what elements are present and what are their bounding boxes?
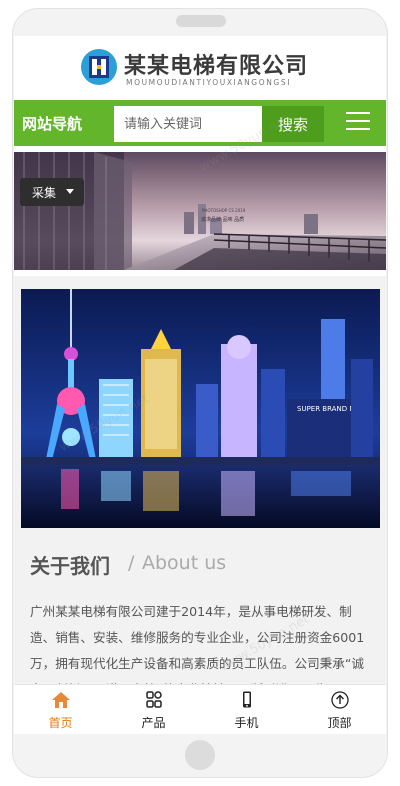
banner-sign-line1: PHOTOSHOP CS 2019 xyxy=(202,208,246,213)
arrow-up-icon xyxy=(331,691,349,709)
banner-sign-line2: 追求品牌 品味 品质 xyxy=(201,216,244,223)
chevron-down-icon xyxy=(66,189,74,194)
tab-top[interactable]: 顶部 xyxy=(293,685,386,734)
about-city-photo: SUPER BRAND MALL xyxy=(21,289,380,528)
phone-home-button[interactable] xyxy=(185,740,215,770)
phone-icon xyxy=(243,691,251,708)
tab-products[interactable]: 产品 xyxy=(107,685,200,734)
city-night-image: SUPER BRAND MALL xyxy=(21,289,380,528)
about-title-separator: / xyxy=(128,552,135,574)
tab-mobile[interactable]: 手机 xyxy=(200,685,293,734)
site-nav-title[interactable]: 网站导航 xyxy=(22,113,82,134)
bridge-scene-image: PHOTOSHOP CS 2019 追求品牌 品味 品质 xyxy=(14,152,386,270)
category-dropdown-button[interactable]: 采集 xyxy=(20,178,84,206)
bottom-tab-bar: 首页 产品 手机 顶部 xyxy=(14,684,386,734)
tab-top-label: 顶部 xyxy=(327,716,352,730)
company-name: 某某电梯有限公司 xyxy=(124,53,309,79)
hamburger-menu-icon[interactable] xyxy=(346,112,370,134)
search-button[interactable]: 搜索 xyxy=(262,106,324,142)
search-input[interactable] xyxy=(114,106,262,142)
about-title-cn: 关于我们 xyxy=(30,554,110,578)
company-logo-icon xyxy=(81,49,117,85)
home-icon xyxy=(52,692,70,708)
logo-header: 某某电梯有限公司 MOUMOUDIANTIYOUXIANGONGSI xyxy=(14,36,386,100)
about-title-en: About us xyxy=(142,552,227,574)
nav-bar: 网站导航 搜索 xyxy=(14,100,386,146)
category-dropdown-label: 采集 xyxy=(32,186,57,200)
phone-speaker xyxy=(176,15,226,27)
banner-image: PHOTOSHOP CS 2019 追求品牌 品味 品质 采集 xyxy=(14,152,386,270)
tab-mobile-label: 手机 xyxy=(234,716,259,730)
tab-home-label: 首页 xyxy=(48,716,73,730)
about-description: 广州某某电梯有限公司建于2014年，是从事电梯研发、制造、销售、安装、维修服务的… xyxy=(30,604,365,685)
phone-screen: 某某电梯有限公司 MOUMOUDIANTIYOUXIANGONGSI 网站导航 … xyxy=(14,36,386,734)
grid-icon xyxy=(146,691,162,708)
tab-home[interactable]: 首页 xyxy=(14,685,107,734)
company-pinyin: MOUMOUDIANTIYOUXIANGONGSI xyxy=(126,78,292,87)
tab-products-label: 产品 xyxy=(141,716,166,730)
